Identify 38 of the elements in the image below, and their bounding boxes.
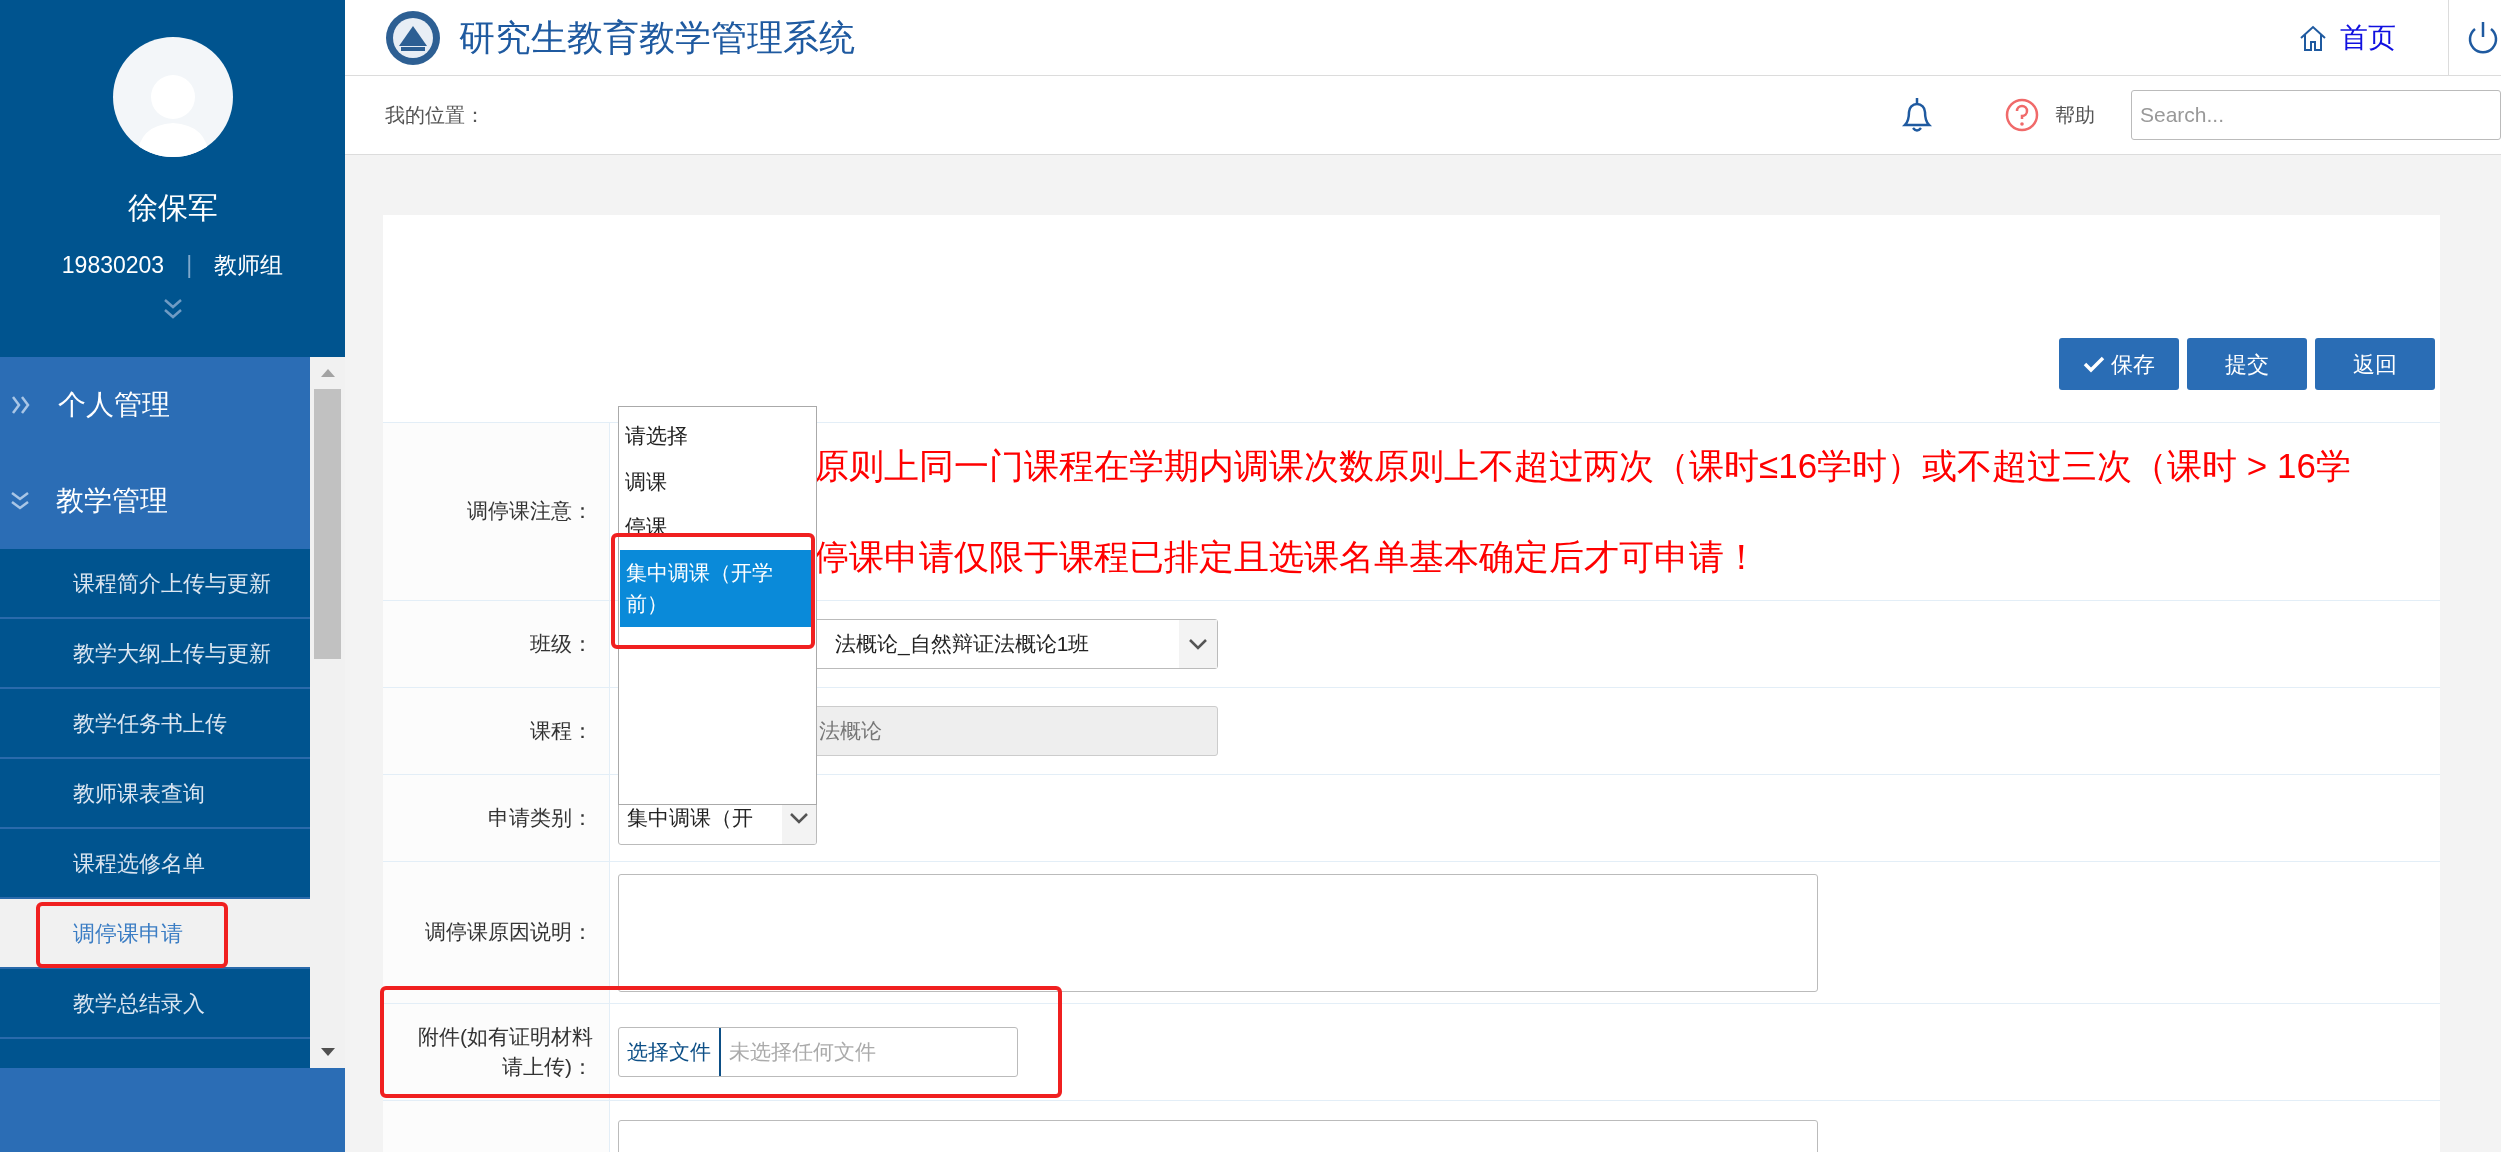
field-label: 班级： xyxy=(530,630,593,657)
toolbar-button[interactable]: 返回 xyxy=(2315,338,2435,390)
double-chevron-right-icon xyxy=(10,395,32,415)
search-field[interactable]: Search... xyxy=(2131,90,2501,140)
home-icon[interactable] xyxy=(2298,23,2328,52)
field-label: 调停课注意： xyxy=(467,498,593,525)
menu-group[interactable]: 个人管理 xyxy=(0,357,310,453)
separator: | xyxy=(186,251,193,280)
field-label: 课程： xyxy=(530,717,593,744)
user-group: 教师组 xyxy=(214,248,284,283)
logo-icon xyxy=(385,9,441,66)
chevron-down-icon xyxy=(789,812,809,824)
menu-group[interactable]: 教学管理 xyxy=(0,453,310,549)
scrollbar[interactable] xyxy=(310,357,345,1068)
notice-text: 原则上同一门课程在学期内调课次数原则上不超过两次（课时≤16学时）或不超过三次（课时 > 16学 xyxy=(814,445,2351,487)
notice-text: 停课申请仅限于课程已排定且选课名单基本确定后才可申请！ xyxy=(814,535,1760,578)
scroll-down-icon[interactable] xyxy=(320,1048,335,1056)
help-link[interactable]: 帮助 xyxy=(2055,100,2095,130)
home-link[interactable]: 首页 xyxy=(2340,16,2396,59)
file-input[interactable]: 选择文件 未选择任何文件 xyxy=(618,1027,1018,1077)
help-icon[interactable] xyxy=(2005,98,2039,132)
toolbar-button[interactable]: 提交 xyxy=(2187,338,2307,390)
check-icon xyxy=(2083,355,2105,373)
scroll-up-icon[interactable] xyxy=(320,369,335,377)
dropdown-option[interactable]: 请选择 xyxy=(619,413,816,459)
field-label: 附件(如有证明材料请上传)： xyxy=(417,1023,593,1080)
toolbar-button[interactable]: 保存 xyxy=(2059,338,2179,390)
menu-item[interactable]: 调停课申请 xyxy=(0,899,310,969)
user-id: 19830203 xyxy=(61,251,165,280)
field-label: 申请类别： xyxy=(488,804,593,831)
text-area[interactable] xyxy=(618,873,1818,992)
chevron-down-icon xyxy=(1188,638,1208,650)
user-name: 徐保军 xyxy=(127,190,218,226)
dropdown-option[interactable]: 调课 xyxy=(619,458,816,504)
app-title: 研究生教育教学管理系统 xyxy=(459,16,855,60)
field-label: 调停课原因说明： xyxy=(425,919,593,946)
breadcrumb-label: 我的位置： xyxy=(385,103,485,128)
double-chevron-down-icon xyxy=(10,490,30,512)
